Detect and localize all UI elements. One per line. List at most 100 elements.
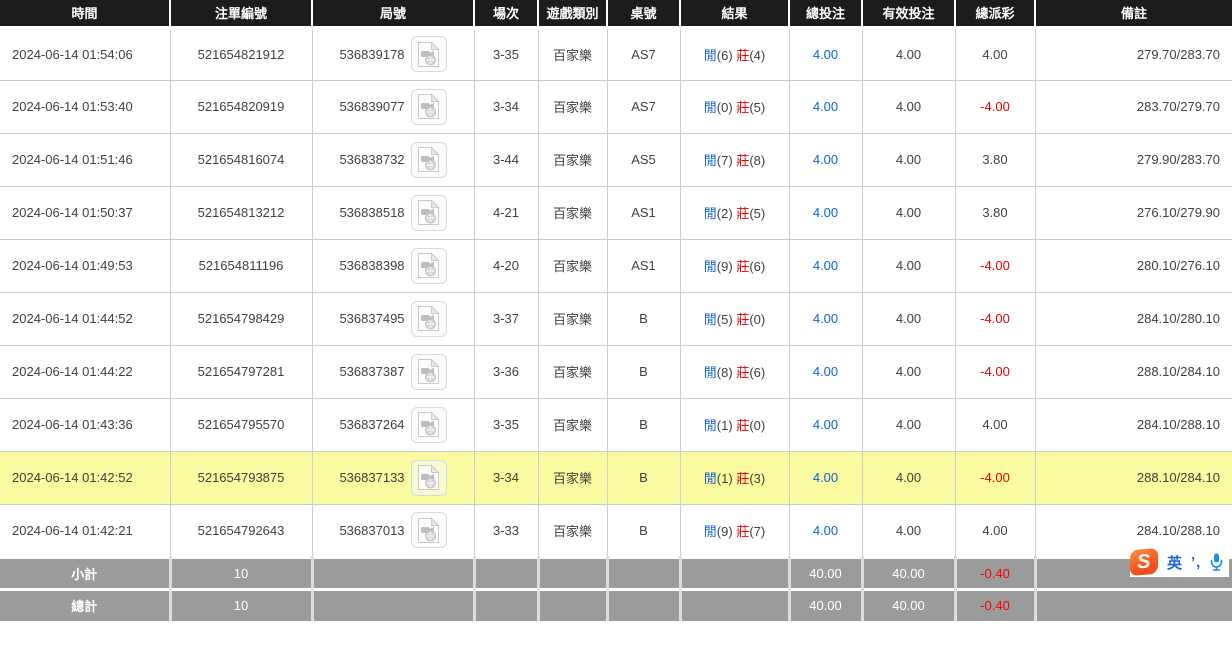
ime-microphone-icon[interactable] (1210, 553, 1223, 571)
summary-empty-cell (312, 589, 474, 621)
round-number: 536837013 (339, 523, 404, 538)
total-bet-cell: 4.00 (789, 345, 862, 398)
column-header: 有效投注 (862, 0, 955, 27)
video-replay-button[interactable] (411, 36, 447, 72)
game-type-cell: 百家樂 (538, 186, 607, 239)
total-bet-cell: 4.00 (789, 80, 862, 133)
banker-result-score: (6) (749, 365, 765, 380)
video-file-icon (417, 252, 440, 279)
summary-empty-cell (312, 557, 474, 589)
result-cell: 閒(7) 莊(8) (680, 133, 789, 186)
round-cell: 536837387 (312, 345, 474, 398)
result-cell: 閒(0) 莊(5) (680, 80, 789, 133)
total-payout-cell: 3.80 (955, 133, 1035, 186)
round-number: 536837264 (339, 417, 404, 432)
total-bet-cell: 4.00 (789, 451, 862, 504)
time-cell: 2024-06-14 01:54:06 (0, 27, 170, 80)
total-payout-cell: -4.00 (955, 239, 1035, 292)
total-bet-cell: 4.00 (789, 239, 862, 292)
ime-punctuation-toggle[interactable]: ’, (1191, 554, 1201, 571)
banker-result-score: (0) (749, 418, 765, 433)
column-header: 備註 (1035, 0, 1232, 27)
session-cell: 3-33 (474, 504, 538, 557)
summary-count-cell: 10 (170, 557, 312, 589)
player-result-score: (7) (717, 153, 733, 168)
time-cell: 2024-06-14 01:42:21 (0, 504, 170, 557)
player-result-score: (9) (717, 524, 733, 539)
round-cell: 536838732 (312, 133, 474, 186)
valid-bet-cell: 4.00 (862, 504, 955, 557)
summary-total-bet-cell: 40.00 (789, 589, 862, 621)
table-row: 2024-06-14 01:44:52 521654798429 5368374… (0, 292, 1232, 345)
remark-cell: 279.70/283.70 (1035, 27, 1232, 80)
banker-result-label: 莊 (736, 524, 749, 539)
player-result-score: (8) (717, 365, 733, 380)
result-cell: 閒(2) 莊(5) (680, 186, 789, 239)
video-replay-button[interactable] (411, 89, 447, 125)
sogou-ime-toolbar[interactable]: S 英 ’, (1130, 547, 1229, 577)
summary-payout-cell: -0.40 (955, 589, 1035, 621)
result-cell: 閒(8) 莊(6) (680, 345, 789, 398)
valid-bet-cell: 4.00 (862, 345, 955, 398)
total-payout-cell: -4.00 (955, 292, 1035, 345)
session-cell: 3-35 (474, 398, 538, 451)
column-header: 場次 (474, 0, 538, 27)
round-number: 536838398 (339, 258, 404, 273)
banker-result-label: 莊 (736, 471, 749, 486)
video-replay-button[interactable] (411, 301, 447, 337)
column-header: 總投注 (789, 0, 862, 27)
video-replay-button[interactable] (411, 460, 447, 496)
session-cell: 3-44 (474, 133, 538, 186)
bet-number-cell: 521654816074 (170, 133, 312, 186)
video-file-icon (417, 41, 440, 68)
video-replay-button[interactable] (411, 512, 447, 548)
banker-result-label: 莊 (736, 206, 749, 221)
ime-language-toggle[interactable]: 英 (1167, 552, 1182, 573)
table-number-cell: AS1 (607, 186, 680, 239)
player-result-label: 閒 (704, 312, 717, 327)
result-cell: 閒(5) 莊(0) (680, 292, 789, 345)
sogou-logo-icon[interactable]: S (1129, 548, 1158, 576)
table-row: 2024-06-14 01:53:40 521654820919 5368390… (0, 80, 1232, 133)
summary-empty-cell (607, 557, 680, 589)
bet-number-cell: 521654797281 (170, 345, 312, 398)
round-cell: 536837495 (312, 292, 474, 345)
valid-bet-cell: 4.00 (862, 398, 955, 451)
video-replay-button[interactable] (411, 142, 447, 178)
table-header-row: 時間注單編號局號場次遊戲類別桌號結果總投注有效投注總派彩備註 (0, 0, 1232, 27)
table-row: 2024-06-14 01:51:46 521654816074 5368387… (0, 133, 1232, 186)
bet-number-cell: 521654798429 (170, 292, 312, 345)
summary-empty-cell (538, 557, 607, 589)
table-number-cell: B (607, 504, 680, 557)
table-row: 2024-06-14 01:49:53 521654811196 5368383… (0, 239, 1232, 292)
summary-total-bet-cell: 40.00 (789, 557, 862, 589)
video-replay-button[interactable] (411, 407, 447, 443)
player-result-score: (0) (717, 100, 733, 115)
summary-payout-cell: -0.40 (955, 557, 1035, 589)
player-result-score: (1) (717, 471, 733, 486)
session-cell: 3-34 (474, 451, 538, 504)
player-result-label: 閒 (704, 100, 717, 115)
total-payout-cell: 4.00 (955, 27, 1035, 80)
round-cell: 536839178 (312, 27, 474, 80)
banker-result-label: 莊 (736, 365, 749, 380)
video-file-icon (417, 358, 440, 385)
total-payout-cell: 4.00 (955, 504, 1035, 557)
table-row: 2024-06-14 01:50:37 521654813212 5368385… (0, 186, 1232, 239)
session-cell: 4-21 (474, 186, 538, 239)
session-cell: 3-35 (474, 27, 538, 80)
bet-number-cell: 521654821912 (170, 27, 312, 80)
remark-cell: 279.90/283.70 (1035, 133, 1232, 186)
time-cell: 2024-06-14 01:44:22 (0, 345, 170, 398)
player-result-label: 閒 (704, 365, 717, 380)
video-replay-button[interactable] (411, 354, 447, 390)
banker-result-label: 莊 (736, 48, 749, 63)
game-type-cell: 百家樂 (538, 133, 607, 186)
total-bet-cell: 4.00 (789, 398, 862, 451)
remark-cell: 284.10/280.10 (1035, 292, 1232, 345)
table-number-cell: AS1 (607, 239, 680, 292)
summary-row: 小計 10 40.00 40.00 -0.40 (0, 557, 1232, 589)
round-cell: 536839077 (312, 80, 474, 133)
video-replay-button[interactable] (411, 195, 447, 231)
video-replay-button[interactable] (411, 248, 447, 284)
